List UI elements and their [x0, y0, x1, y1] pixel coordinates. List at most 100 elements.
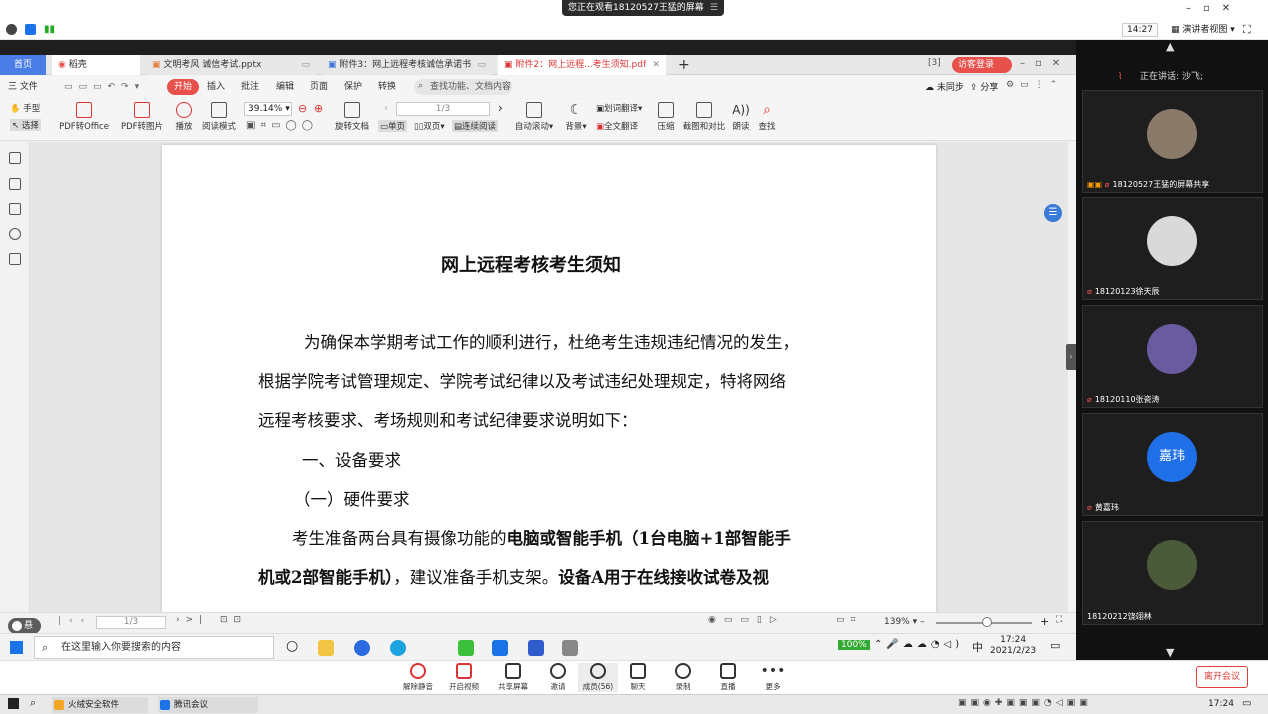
participant-card[interactable]: 18120212饶翊林	[1082, 521, 1263, 625]
info-icon[interactable]	[6, 24, 17, 35]
tab-close-icon[interactable]: ▭	[301, 55, 310, 75]
read-mode-button[interactable]: 阅读模式	[200, 102, 238, 132]
play-button[interactable]: 播放	[170, 102, 198, 132]
read-aloud-button[interactable]: A)) 朗读	[730, 102, 752, 132]
find-button[interactable]: ⌕ 查找	[756, 102, 778, 132]
floating-tool-button[interactable]: ☰	[1044, 204, 1062, 222]
participant-card[interactable]: 嘉玮 ⌀ 黄嘉玮	[1082, 413, 1263, 516]
thumbnail-icon[interactable]	[9, 178, 21, 190]
continuous-read-button[interactable]: ▤连续阅读	[452, 120, 499, 132]
word-translate-button[interactable]: ▣划词翻译▾	[596, 102, 642, 114]
menu-start[interactable]: 开始	[167, 79, 200, 95]
leave-meeting-button[interactable]: 离开会议	[1196, 666, 1248, 688]
command-search[interactable]: ⌕ 查找功能、文档内容	[414, 79, 512, 95]
background-button[interactable]: ☾ 背景▾	[562, 102, 590, 132]
rotate-doc-button[interactable]: 旋转文档	[334, 102, 370, 132]
full-translate-button[interactable]: ▣全文翻译	[596, 120, 638, 132]
screenshot-compare-button[interactable]: 截图和对比	[682, 102, 726, 132]
menu-convert[interactable]: 转换	[378, 80, 396, 94]
sync-status[interactable]: ☁ 未同步	[925, 80, 964, 93]
menu-protect[interactable]: 保护	[344, 80, 362, 94]
zoom-plus-icon[interactable]: +	[1040, 615, 1049, 628]
view-mode-icons[interactable]: ◉▭▭▯▷	[708, 615, 785, 625]
menu-file[interactable]: 三 文件	[8, 80, 38, 94]
fit-icons[interactable]: ▭⌗	[836, 615, 862, 625]
hand-tool[interactable]: ✋ 手型	[10, 102, 40, 114]
compress-button[interactable]: 压缩	[654, 102, 678, 132]
prev-page-icon[interactable]: ‹	[384, 103, 388, 114]
iqiyi-icon[interactable]	[458, 640, 474, 656]
members-button[interactable]: 成员(56)	[578, 663, 618, 692]
menu-page[interactable]: 页面	[310, 80, 328, 94]
notification-icon[interactable]: ▭	[1242, 698, 1251, 709]
comment-icon[interactable]	[9, 203, 21, 215]
next-page-icon[interactable]: ›	[498, 101, 503, 115]
invite-button[interactable]: 邀请	[538, 663, 578, 692]
start-video-button[interactable]: 开启视频	[444, 663, 484, 692]
participant-card[interactable]: ⌀ 18120110张瓷涛	[1082, 305, 1263, 408]
watching-banner[interactable]: 您正在观看18120527王猛的屏幕 ☰	[562, 0, 724, 16]
host-clock[interactable]: 17:24	[1208, 699, 1234, 709]
tab-pdf[interactable]: ▣ 附件2：网上远程...考生须知.pdf ✕	[498, 55, 666, 75]
host-tray-icons[interactable]: ▣▣◉✚▣▣▣◔◁▣▣	[958, 698, 1092, 708]
search-icon[interactable]: ⌕	[30, 696, 36, 710]
tab-close-icon[interactable]: ▭	[477, 55, 486, 75]
zoom-out-icon[interactable]: ⊖	[298, 102, 307, 115]
window-controls[interactable]: –▫✕	[1186, 3, 1242, 14]
windows-start-icon[interactable]	[8, 698, 19, 709]
quick-access-icons[interactable]: ▭▭▭↶↷▾	[64, 80, 145, 94]
taskbar-search[interactable]: ⌕ 在这里输入你要搜索的内容	[34, 636, 274, 659]
new-tab-button[interactable]: +	[678, 57, 690, 73]
pdf-to-office-button[interactable]: PDF转Office	[56, 102, 112, 132]
file-explorer-icon[interactable]	[318, 640, 334, 656]
pdf-to-image-button[interactable]: PDF转图片	[118, 102, 166, 132]
chat-button[interactable]: 聊天	[618, 663, 658, 692]
menu-edit[interactable]: 编辑	[276, 80, 294, 94]
page-nav-next-icons[interactable]: ›>|	[176, 615, 208, 625]
app-icon[interactable]	[354, 640, 370, 656]
more-button[interactable]: ••• 更多	[753, 663, 793, 692]
status-zoom[interactable]: 139% ▾ –	[884, 617, 924, 627]
wps-icon[interactable]	[528, 640, 544, 656]
tab-daoke[interactable]: ◉ 稻壳	[52, 55, 140, 75]
tab-doc3[interactable]: ▣ 附件3：网上远程考核诚信承诺书 ▭	[322, 55, 492, 75]
select-tool[interactable]: ↖ 选择	[10, 119, 41, 131]
taskbar-clock[interactable]: 17:24 2021/2/23	[990, 635, 1036, 657]
cortana-icon[interactable]: ○	[286, 638, 298, 654]
unmute-button[interactable]: 解除静音	[398, 663, 438, 692]
wps-window-controls[interactable]: –▫✕	[1020, 58, 1070, 69]
zoom-select[interactable]: 39.14% ▾	[244, 102, 292, 116]
visitor-login-button[interactable]: 访客登录	[952, 57, 1013, 73]
meeting-app-icon[interactable]	[492, 640, 508, 656]
tray-icons[interactable]: ⌃🎤☁☁◔◁)	[874, 639, 963, 650]
double-page-button[interactable]: ▯▯双页▾	[414, 120, 445, 132]
fit-tools-icons[interactable]: ▣⌗▭◯◯	[246, 120, 318, 131]
shield-icon[interactable]	[25, 24, 36, 35]
page-nav-prev-icons[interactable]: |‹‹	[58, 616, 92, 626]
host-app-huorong[interactable]: 火绒安全软件	[52, 697, 148, 713]
record-button[interactable]: 录制	[663, 663, 703, 692]
view-mode-select[interactable]: ▦ 演讲者视图 ▾	[1171, 23, 1235, 37]
panel-toggle-button[interactable]: ›	[1066, 344, 1076, 370]
share-screen-button[interactable]: 共享屏幕	[493, 663, 533, 692]
page-number-input[interactable]: 1/3	[396, 102, 490, 116]
app-icon[interactable]	[562, 640, 578, 656]
menu-insert[interactable]: 插入	[207, 80, 225, 94]
windows-start-icon[interactable]	[10, 641, 23, 654]
signature-icon[interactable]	[9, 253, 21, 265]
scroll-up-icon[interactable]: ▲	[1166, 40, 1174, 53]
tab-home[interactable]: 首页	[0, 55, 46, 75]
zoom-slider-knob[interactable]	[982, 617, 992, 627]
edge-icon[interactable]	[390, 640, 406, 656]
participant-card[interactable]: ⌀ 18120123徐天辰	[1082, 197, 1263, 300]
more-options-icon[interactable]: ⚙▭⋮⌃	[1006, 80, 1063, 90]
battery-indicator[interactable]: 100%	[838, 640, 870, 650]
fullscreen-icon[interactable]: ⛶	[1243, 23, 1251, 37]
share-button[interactable]: ⇪ 分享	[970, 80, 998, 93]
status-page-input[interactable]: 1/3	[96, 616, 166, 629]
attachment-icon[interactable]	[9, 228, 21, 240]
tab-count-icon[interactable]: [3]	[928, 58, 941, 68]
auto-scroll-button[interactable]: 自动滚动▾	[512, 102, 556, 132]
tab-close-icon[interactable]: ✕	[652, 55, 660, 75]
notification-icon[interactable]: ▭	[1050, 639, 1060, 652]
